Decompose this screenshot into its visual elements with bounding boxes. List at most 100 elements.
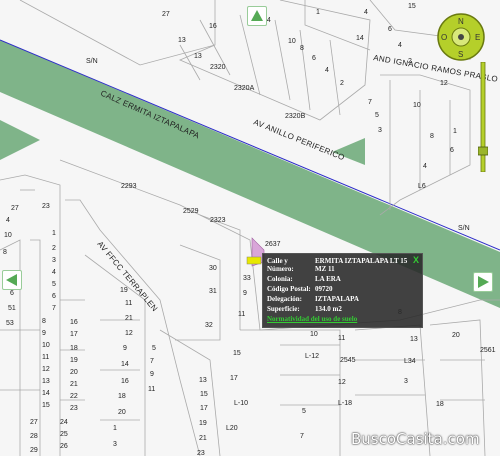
pan-east-button[interactable] [473, 272, 493, 292]
lot-number-label: 8 [300, 45, 304, 52]
compass-s[interactable]: S [458, 50, 463, 59]
lot-number-label: 5 [302, 408, 306, 415]
lot-number-label: 23 [70, 405, 78, 412]
popup-row: Superficie: 134.0 m2 [267, 305, 342, 313]
lot-number-label: 21 [125, 315, 133, 322]
lot-number-label: 2529 [183, 208, 199, 215]
lot-number-label: L20 [226, 425, 238, 432]
lot-number-label: 14 [356, 35, 364, 42]
compass-n[interactable]: N [458, 17, 464, 26]
lot-number-label: 10 [4, 232, 12, 239]
popup-row: Delegación: IZTAPALAPA [267, 295, 359, 303]
lot-number-label: 16 [70, 319, 78, 326]
popup-value: 134.0 m2 [315, 305, 342, 313]
lot-number-label: 23 [42, 203, 50, 210]
compass-control[interactable]: N S E O [437, 13, 485, 61]
lot-number-label: 20 [118, 409, 126, 416]
popup-row: Código Postal: 09720 [267, 285, 333, 293]
land-use-link[interactable]: Normatividad del uso de suelo [267, 315, 357, 323]
lot-number-label: 25 [60, 431, 68, 438]
street-label-sn-right: S/N [458, 225, 470, 232]
lot-number-label: 16 [209, 23, 217, 30]
lot-number-label: 6 [312, 55, 316, 62]
popup-row: Calle y Número: ERMITA IZTAPALAPA LT 15 … [267, 257, 415, 273]
lot-number-label: 7 [368, 99, 372, 106]
popup-label: Superficie: [267, 305, 300, 313]
green-area-left [0, 120, 40, 160]
lot-number-label: 32 [205, 322, 213, 329]
lot-number-label: 7 [300, 433, 304, 440]
lot-number-label: 7 [52, 305, 56, 312]
median-strip [0, 40, 500, 308]
lot-number-label: 13 [199, 377, 207, 384]
lot-number-label: 2320A [234, 85, 255, 92]
lot-number-label: 9 [123, 345, 127, 352]
popup-label: Código Postal: [267, 285, 311, 293]
lot-number-label: 4 [364, 9, 368, 16]
lot-number-label: 12 [42, 366, 50, 373]
lot-number-label: 19 [120, 287, 128, 294]
lot-number-label: 6 [52, 293, 56, 300]
street-label-sn-left: S/N [86, 58, 98, 65]
lot-number-label: 51 [8, 305, 16, 312]
lot-number-label: 19 [199, 420, 207, 427]
parcel-marker[interactable] [246, 256, 262, 265]
popup-row: Colonia: LA ERA [267, 275, 341, 283]
lot-number-label: 15 [200, 391, 208, 398]
arrow-up-icon [251, 10, 263, 21]
lot-number-label: 6 [388, 26, 392, 33]
pan-north-button[interactable] [247, 6, 267, 26]
lot-number-label: 5 [52, 281, 56, 288]
zoom-slider[interactable] [478, 62, 488, 172]
popup-label: Delegación: [267, 295, 302, 303]
popup-value: ERMITA IZTAPALAPA LT 15 MZ 11 [315, 257, 408, 273]
lot-number-label: 2320B [285, 113, 306, 120]
zoom-handle[interactable] [478, 146, 488, 156]
lot-number-label: 1 [453, 128, 457, 135]
parcel-info-popup: X Calle y Número: ERMITA IZTAPALAPA LT 1… [262, 253, 423, 328]
pan-west-button[interactable] [2, 270, 22, 290]
popup-label: Calle y Número: [267, 257, 294, 273]
lot-number-label: 14 [42, 390, 50, 397]
lot-number-label: 19 [70, 357, 78, 364]
arrow-left-icon [6, 274, 17, 286]
lot-number-label: 2 [52, 245, 56, 252]
lot-number-label: 2 [340, 80, 344, 87]
lot-number-label: L34 [404, 358, 416, 365]
lot-number-label: 14 [121, 361, 129, 368]
lot-number-label: 8 [430, 133, 434, 140]
map-layer: CALZ ERMITA IZTAPALAPA AV ANILLO PERIFER… [0, 0, 500, 456]
lot-number-label: 8 [42, 318, 46, 325]
lot-number-label: 10 [288, 38, 296, 45]
lot-number-label: 11 [148, 386, 155, 393]
lot-number-label: 21 [199, 435, 207, 442]
compass-e[interactable]: E [475, 33, 480, 42]
lot-number-label: 15 [42, 402, 50, 409]
popup-value: 09720 [315, 285, 333, 293]
lot-number-label: 11 [42, 354, 49, 361]
lot-number-label: 1 [113, 425, 117, 432]
lot-number-label: 3 [113, 441, 117, 448]
lot-number-label: 11 [238, 311, 245, 318]
lot-number-label: 20 [70, 369, 78, 376]
map-canvas[interactable]: CALZ ERMITA IZTAPALAPA AV ANILLO PERIFER… [0, 0, 500, 456]
lot-number-label: 3 [404, 378, 408, 385]
lot-number-label: 27 [11, 205, 19, 212]
lot-number-label: 2323 [210, 217, 226, 224]
lot-number-label: 11 [338, 335, 345, 342]
compass-o[interactable]: O [441, 33, 447, 42]
road-centerline [0, 39, 500, 251]
arrow-right-icon [478, 276, 489, 288]
lot-number-label: 5 [375, 112, 379, 119]
lot-number-label: 12 [125, 330, 133, 337]
lot-number-label: 2320 [210, 64, 226, 71]
lot-number-label: 3 [52, 257, 56, 264]
lot-number-label: 10 [310, 331, 318, 338]
lot-number-label: 27 [162, 11, 170, 18]
lot-number-label: 24 [60, 419, 68, 426]
popup-value: IZTAPALAPA [315, 295, 359, 303]
lot-number-label: 4 [423, 163, 427, 170]
lot-number-label: 8 [3, 249, 7, 256]
lot-number-label: 13 [194, 53, 202, 60]
lot-number-label: 4 [398, 42, 402, 49]
